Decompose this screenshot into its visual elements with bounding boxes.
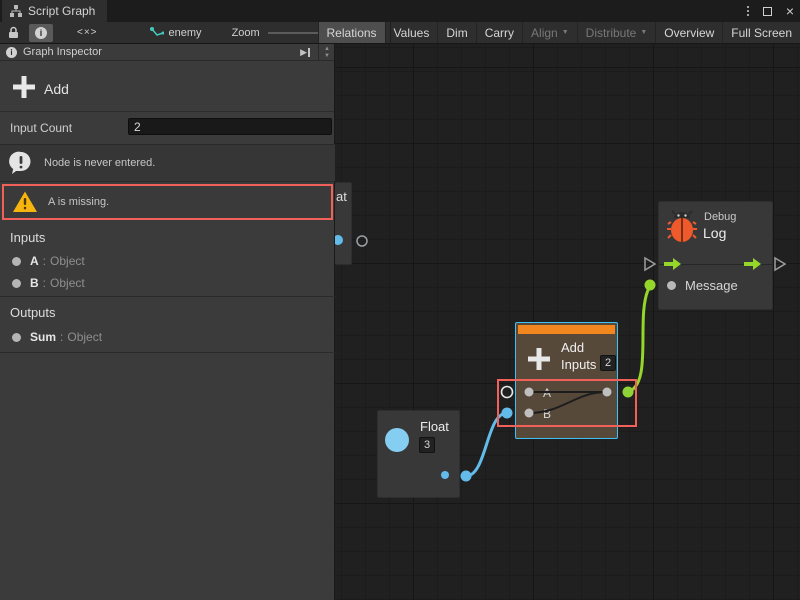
input-port-row-a: A : Object xyxy=(0,252,334,270)
graph-reference[interactable]: enemy xyxy=(150,27,202,39)
info-icon: i xyxy=(35,27,47,39)
message-port-label: Message xyxy=(685,278,738,293)
float-type-icon xyxy=(385,428,409,452)
graph-inspector-header[interactable]: i Graph Inspector ▶ ▲ ▼ xyxy=(0,44,334,61)
info-icon: i xyxy=(6,47,17,58)
add-node-icon xyxy=(525,345,553,373)
edit-script-button[interactable]: <×> xyxy=(71,24,104,42)
warning-message-text: A is missing. xyxy=(48,196,109,208)
inspect-toggle-button[interactable]: i xyxy=(29,24,53,42)
node-title-line1: Debug xyxy=(704,211,736,223)
port-dot-icon xyxy=(12,279,21,288)
add-count-badge[interactable]: 2 xyxy=(600,355,616,371)
port-dot-icon xyxy=(12,257,21,266)
button-overview[interactable]: Overview xyxy=(655,22,722,43)
missing-input-error-highlight xyxy=(497,379,637,427)
code-icon: <×> xyxy=(77,27,98,38)
menu-align[interactable]: Align ▼ xyxy=(522,22,577,43)
selected-node-title: Add xyxy=(44,81,69,97)
lock-icon xyxy=(8,26,19,39)
spin-up-icon[interactable]: ▲ xyxy=(324,46,330,52)
message-wire-endpoint-dot[interactable] xyxy=(645,280,656,291)
zoom-label: Zoom xyxy=(232,27,260,39)
node-title-line2: Log xyxy=(703,225,726,241)
float-value-badge[interactable]: 3 xyxy=(419,437,435,453)
bug-icon xyxy=(667,210,697,244)
chevron-down-icon: ▼ xyxy=(562,29,569,36)
port-dot-icon xyxy=(12,333,21,342)
control-out-triangle[interactable] xyxy=(775,258,785,270)
wire-endpoint-dot[interactable] xyxy=(461,471,472,482)
toggle-values[interactable]: Values xyxy=(385,22,438,43)
toolbar-left-group: i <×> xyxy=(0,22,106,43)
menu-distribute[interactable]: Distribute ▼ xyxy=(577,22,656,43)
control-in-triangle[interactable] xyxy=(645,258,655,270)
chevron-down-icon: ▼ xyxy=(640,29,647,36)
dock-panel-icon[interactable]: ▶ xyxy=(300,47,310,58)
panel-scrub-spinner[interactable]: ▲ ▼ xyxy=(318,44,330,60)
spin-down-icon[interactable]: ▼ xyxy=(324,53,330,59)
warning-message-box: A is missing. xyxy=(2,184,333,220)
node-title: Float xyxy=(420,419,449,434)
node-float-partially-hidden[interactable]: at xyxy=(335,182,352,265)
speech-bubble-icon xyxy=(8,150,34,176)
window-menu-icon[interactable] xyxy=(745,4,751,18)
graph-inspector-panel: i Graph Inspector ▶ ▲ ▼ Add Input Count xyxy=(0,44,335,600)
graph-name-label: enemy xyxy=(169,27,202,39)
panel-title: Graph Inspector xyxy=(23,46,102,58)
close-icon[interactable]: × xyxy=(784,4,796,18)
toolbar-toggle-group: Relations Values Dim Carry Align ▼ Distr… xyxy=(318,22,800,43)
graph-icon xyxy=(10,5,22,17)
unconnected-port-circle[interactable] xyxy=(357,236,367,246)
node-float[interactable]: Float 3 xyxy=(377,410,460,498)
input-port-row-b: B : Object xyxy=(0,274,334,292)
unity-script-graph-window: Script Graph × i <×> xyxy=(0,0,800,600)
window-controls: × xyxy=(745,0,796,22)
node-debug-log[interactable]: Debug Log Message xyxy=(658,201,773,310)
maximize-icon[interactable] xyxy=(763,7,772,16)
lock-button[interactable] xyxy=(2,24,25,42)
outputs-section-header: Outputs xyxy=(10,305,56,320)
wire-sum-to-message[interactable] xyxy=(628,285,650,392)
button-full-screen[interactable]: Full Screen xyxy=(722,22,800,43)
toggle-carry[interactable]: Carry xyxy=(476,22,522,43)
tab-script-graph[interactable]: Script Graph xyxy=(2,0,107,22)
tab-label: Script Graph xyxy=(28,4,95,18)
title-bar: Script Graph × xyxy=(0,0,800,22)
input-count-label: Input Count xyxy=(10,121,72,135)
input-count-field[interactable] xyxy=(128,118,332,135)
add-node-icon xyxy=(10,73,38,101)
message-port-dot[interactable] xyxy=(667,281,676,290)
node-title-line2: Inputs xyxy=(561,357,596,372)
selected-node-header: Add xyxy=(0,61,334,112)
info-message-text: Node is never entered. xyxy=(44,157,155,169)
graph-toolbar: i <×> enemy Zoom 1x Relations Values xyxy=(0,22,800,44)
toggle-relations[interactable]: Relations xyxy=(318,22,385,43)
inputs-section-header: Inputs xyxy=(10,230,45,245)
output-port-row-sum: Sum : Object xyxy=(0,328,334,346)
warning-triangle-icon xyxy=(12,190,38,214)
selected-node-header-bar xyxy=(518,325,615,334)
node-title: at xyxy=(336,189,347,204)
graph-canvas[interactable]: at Float 3 Add Inputs 2 A B xyxy=(335,44,800,600)
node-title-line1: Add xyxy=(561,340,584,355)
graph-reference-icon xyxy=(150,27,164,39)
info-message-box: Node is never entered. xyxy=(0,144,335,182)
toggle-dim[interactable]: Dim xyxy=(437,22,475,43)
input-count-row: Input Count xyxy=(0,118,334,138)
